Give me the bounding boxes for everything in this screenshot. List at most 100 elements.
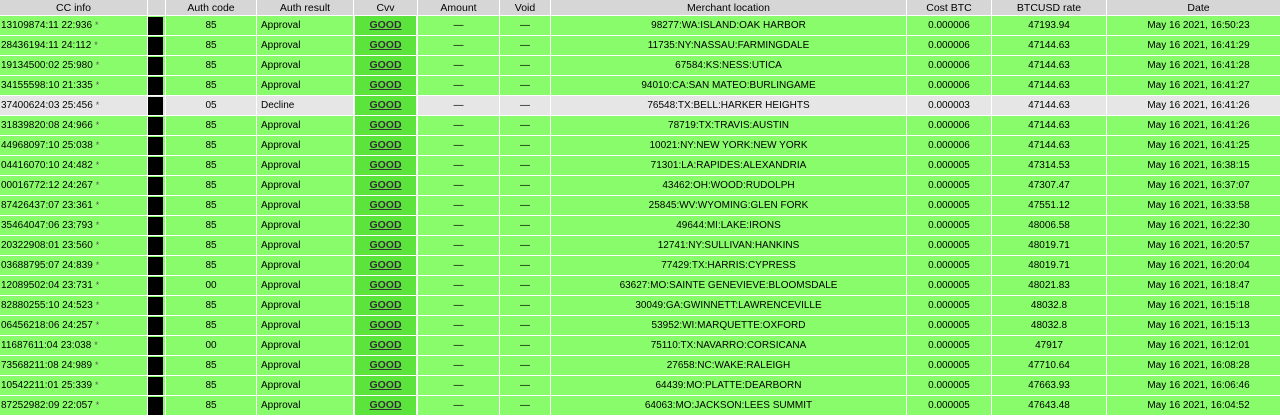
star-marker[interactable]: *: [96, 100, 100, 110]
star-marker[interactable]: *: [96, 60, 100, 70]
auth-code-cell: 85: [166, 56, 256, 75]
table-row[interactable]: 00016772:12 24:267 * 85 Approval GOOD — —43462…: [0, 176, 1280, 195]
cc-info-cell: 34155598:10 21:335 *: [0, 76, 147, 95]
cvv-status-badge[interactable]: GOOD: [355, 336, 416, 355]
date-cell: May 16 2021, 16:18:47: [1107, 276, 1280, 295]
star-marker[interactable]: *: [95, 360, 99, 370]
header-void[interactable]: Void: [500, 0, 550, 15]
star-marker[interactable]: *: [96, 300, 100, 310]
amount-cell: —: [418, 56, 499, 75]
cvv-status-badge[interactable]: GOOD: [355, 96, 416, 115]
header-cost-btc[interactable]: Cost BTC: [907, 0, 991, 15]
auth-code-cell: 85: [166, 256, 256, 275]
cvv-status-badge[interactable]: GOOD: [355, 296, 416, 315]
table-row[interactable]: 13109874:11 22:936 * 85 Approval GOOD — —98277…: [0, 16, 1280, 35]
btcusd-rate-cell: 47710.64: [992, 356, 1106, 375]
table-row[interactable]: 11687611:04 23:038 * 00 Approval GOOD — —75110…: [0, 336, 1280, 355]
cvv-status-badge[interactable]: GOOD: [355, 196, 416, 215]
auth-code-cell: 85: [166, 236, 256, 255]
date-cell: May 16 2021, 16:41:25: [1107, 136, 1280, 155]
star-marker[interactable]: *: [96, 80, 100, 90]
table-row[interactable]: 35464047:06 23:793 * 85 Approval GOOD — —49644…: [0, 216, 1280, 235]
star-marker[interactable]: *: [96, 240, 100, 250]
star-marker[interactable]: *: [96, 400, 100, 410]
cost-btc-cell: 0.000005: [907, 216, 991, 235]
star-marker[interactable]: *: [96, 280, 100, 290]
cost-btc-cell: 0.000005: [907, 256, 991, 275]
table-row[interactable]: 28436194:11 24:112 * 85 Approval GOOD — —11735…: [0, 36, 1280, 55]
cvv-status-badge[interactable]: GOOD: [355, 356, 416, 375]
header-cc-info[interactable]: CC info: [0, 0, 147, 15]
header-amount[interactable]: Amount: [418, 0, 499, 15]
auth-result-cell: Approval: [257, 336, 353, 355]
cc-info-cell: 87252982:09 22:057 *: [0, 396, 147, 415]
cost-btc-cell: 0.000006: [907, 76, 991, 95]
table-row[interactable]: 73568211:08 24:989 * 85 Approval GOOD — —27658…: [0, 356, 1280, 375]
star-marker[interactable]: *: [94, 40, 98, 50]
cvv-status-badge[interactable]: GOOD: [355, 116, 416, 135]
table-row[interactable]: 31839820:08 24:966 * 85 Approval GOOD — —78719…: [0, 116, 1280, 135]
cost-btc-cell: 0.000005: [907, 156, 991, 175]
cvv-status-badge[interactable]: GOOD: [355, 256, 416, 275]
table-row[interactable]: 37400624:03 25:456 * 05 Decline GOOD — —76548:…: [0, 96, 1280, 115]
table-row[interactable]: 06456218:06 24:257 * 85 Approval GOOD — —53952…: [0, 316, 1280, 335]
cvv-status-badge[interactable]: GOOD: [355, 276, 416, 295]
table-row[interactable]: 20322908:01 23:560 * 85 Approval GOOD — —12741…: [0, 236, 1280, 255]
header-btcusd-rate[interactable]: BTCUSD rate: [992, 0, 1106, 15]
star-marker[interactable]: *: [96, 320, 100, 330]
auth-result-cell: Approval: [257, 276, 353, 295]
table-row[interactable]: 34155598:10 21:335 * 85 Approval GOOD — —94010…: [0, 76, 1280, 95]
auth-result-cell: Approval: [257, 196, 353, 215]
table-row[interactable]: 19134500:02 25:980 * 85 Approval GOOD — —67584…: [0, 56, 1280, 75]
star-marker[interactable]: *: [96, 200, 100, 210]
cvv-status-badge[interactable]: GOOD: [355, 236, 416, 255]
star-marker[interactable]: *: [94, 340, 98, 350]
star-marker[interactable]: *: [96, 140, 100, 150]
star-marker[interactable]: *: [95, 20, 99, 30]
star-marker[interactable]: *: [96, 180, 100, 190]
star-marker[interactable]: *: [96, 120, 100, 130]
amount-cell: —: [418, 256, 499, 275]
btcusd-rate-cell: 47551.12: [992, 196, 1106, 215]
star-marker[interactable]: *: [95, 380, 99, 390]
auth-code-cell: 85: [166, 16, 256, 35]
cvv-status-badge[interactable]: GOOD: [355, 16, 416, 35]
table-row[interactable]: 82880255:10 24:523 * 85 Approval GOOD — —30049…: [0, 296, 1280, 315]
header-date[interactable]: Date: [1107, 0, 1280, 15]
cc-info-cell: 00016772:12 24:267 *: [0, 176, 147, 195]
star-marker[interactable]: *: [96, 160, 100, 170]
cvv-status-badge[interactable]: GOOD: [355, 156, 416, 175]
masked-block: [148, 216, 163, 235]
cvv-status-badge[interactable]: GOOD: [355, 216, 416, 235]
btcusd-rate-cell: 48006.58: [992, 216, 1106, 235]
header-auth-result[interactable]: Auth result: [257, 0, 353, 15]
table-row[interactable]: 87426437:07 23:361 * 85 Approval GOOD — —25845…: [0, 196, 1280, 215]
table-row[interactable]: 03688795:07 24:839 * 85 Approval GOOD — —77429…: [0, 256, 1280, 275]
header-cvv[interactable]: Cvv: [354, 0, 417, 15]
table-row[interactable]: 44968097:10 25:038 * 85 Approval GOOD — —10021…: [0, 136, 1280, 155]
star-marker[interactable]: *: [96, 260, 100, 270]
cvv-status-badge[interactable]: GOOD: [355, 136, 416, 155]
cvv-status-badge[interactable]: GOOD: [355, 376, 416, 395]
merchant-location-cell: 27658:NC:WAKE:RALEIGH: [551, 356, 906, 375]
amount-cell: —: [418, 176, 499, 195]
cvv-status-badge[interactable]: GOOD: [355, 396, 416, 415]
cvv-status-badge[interactable]: GOOD: [355, 176, 416, 195]
cvv-cell: GOOD: [354, 116, 417, 135]
table-row[interactable]: 87252982:09 22:057 * 85 Approval GOOD — —64063…: [0, 396, 1280, 415]
date-cell: May 16 2021, 16:37:07: [1107, 176, 1280, 195]
cvv-status-badge[interactable]: GOOD: [355, 76, 416, 95]
merchant-location-cell: 63627:MO:SAINTE GENEVIEVE:BLOOMSDALE: [551, 276, 906, 295]
star-marker[interactable]: *: [96, 220, 100, 230]
table-row[interactable]: 12089502:04 23:731 * 00 Approval GOOD — —63627…: [0, 276, 1280, 295]
cvv-status-badge[interactable]: GOOD: [355, 316, 416, 335]
table-row[interactable]: 04416070:10 24:482 * 85 Approval GOOD — —71301…: [0, 156, 1280, 175]
header-auth-code[interactable]: Auth code: [166, 0, 256, 15]
cvv-cell: GOOD: [354, 236, 417, 255]
void-cell: —: [500, 356, 550, 375]
cvv-status-badge[interactable]: GOOD: [355, 36, 416, 55]
header-merchant-location[interactable]: Merchant location: [551, 0, 906, 15]
table-row[interactable]: 10542211:01 25:339 * 85 Approval GOOD — —64439…: [0, 376, 1280, 395]
merchant-location-cell: 64063:MO:JACKSON:LEES SUMMIT: [551, 396, 906, 415]
cvv-status-badge[interactable]: GOOD: [355, 56, 416, 75]
